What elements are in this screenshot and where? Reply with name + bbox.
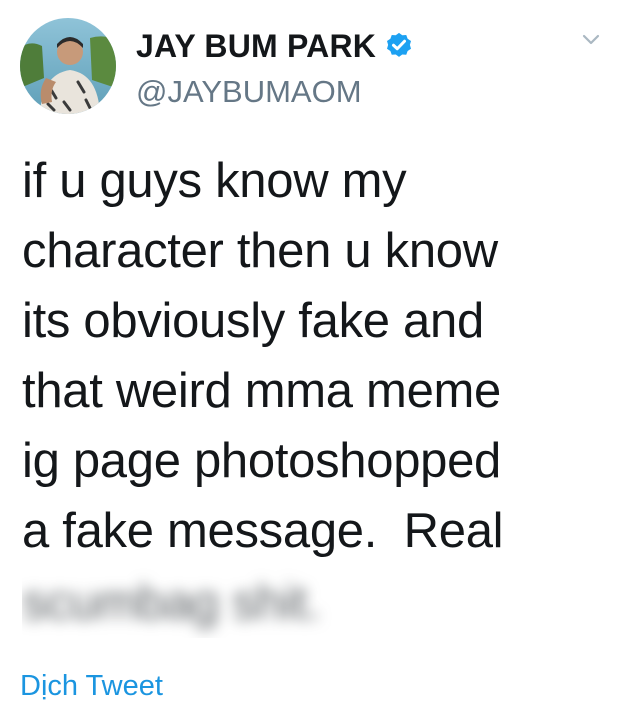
tweet-text: if u guys know my character then u know … xyxy=(22,146,612,566)
tweet-card: JAY BUM PARK @JAYBUMAOM if u guys know m… xyxy=(0,0,620,713)
blurred-text: scumbag shit. xyxy=(22,568,392,638)
tweet-text-line: its obviously fake and xyxy=(22,294,484,348)
verified-badge-icon xyxy=(384,31,414,61)
tweet-text-line: ig page photoshopped xyxy=(22,434,501,488)
tweet-text-line: a fake message. Real xyxy=(22,504,504,558)
avatar[interactable] xyxy=(20,18,116,114)
tweet-text-line: if u guys know my xyxy=(22,154,407,208)
tweet-text-line: that weird mma meme xyxy=(22,364,501,418)
author-handle[interactable]: @JAYBUMAOM xyxy=(136,73,362,111)
translate-tweet-link[interactable]: Dịch Tweet xyxy=(20,668,163,704)
chevron-down-icon[interactable] xyxy=(578,30,604,50)
tweet-text-line: character then u know xyxy=(22,224,498,278)
display-name[interactable]: JAY BUM PARK xyxy=(136,26,376,66)
author-name-row[interactable]: JAY BUM PARK xyxy=(136,26,414,66)
tweet-text-line-blurred: scumbag shit. xyxy=(22,576,321,630)
